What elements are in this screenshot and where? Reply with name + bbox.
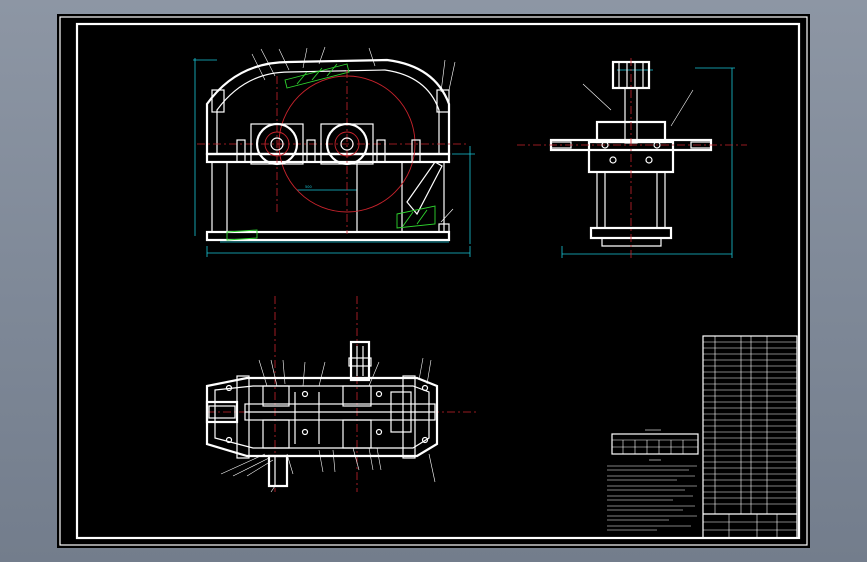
input-shaft	[349, 340, 371, 382]
technical-requirements-notes	[607, 459, 697, 531]
front-view: 500	[193, 46, 475, 257]
top-section-view	[205, 296, 477, 493]
technical-characteristics-table	[611, 429, 699, 455]
cad-drawing-canvas: 500	[59, 16, 808, 546]
parts-list-and-title-block	[702, 335, 798, 539]
oil-level-gauge	[406, 161, 443, 216]
inner-frame	[75, 22, 801, 540]
side-view	[517, 58, 747, 258]
drawing-viewport[interactable]: 500	[57, 14, 810, 548]
svg-text:500: 500	[305, 185, 312, 189]
